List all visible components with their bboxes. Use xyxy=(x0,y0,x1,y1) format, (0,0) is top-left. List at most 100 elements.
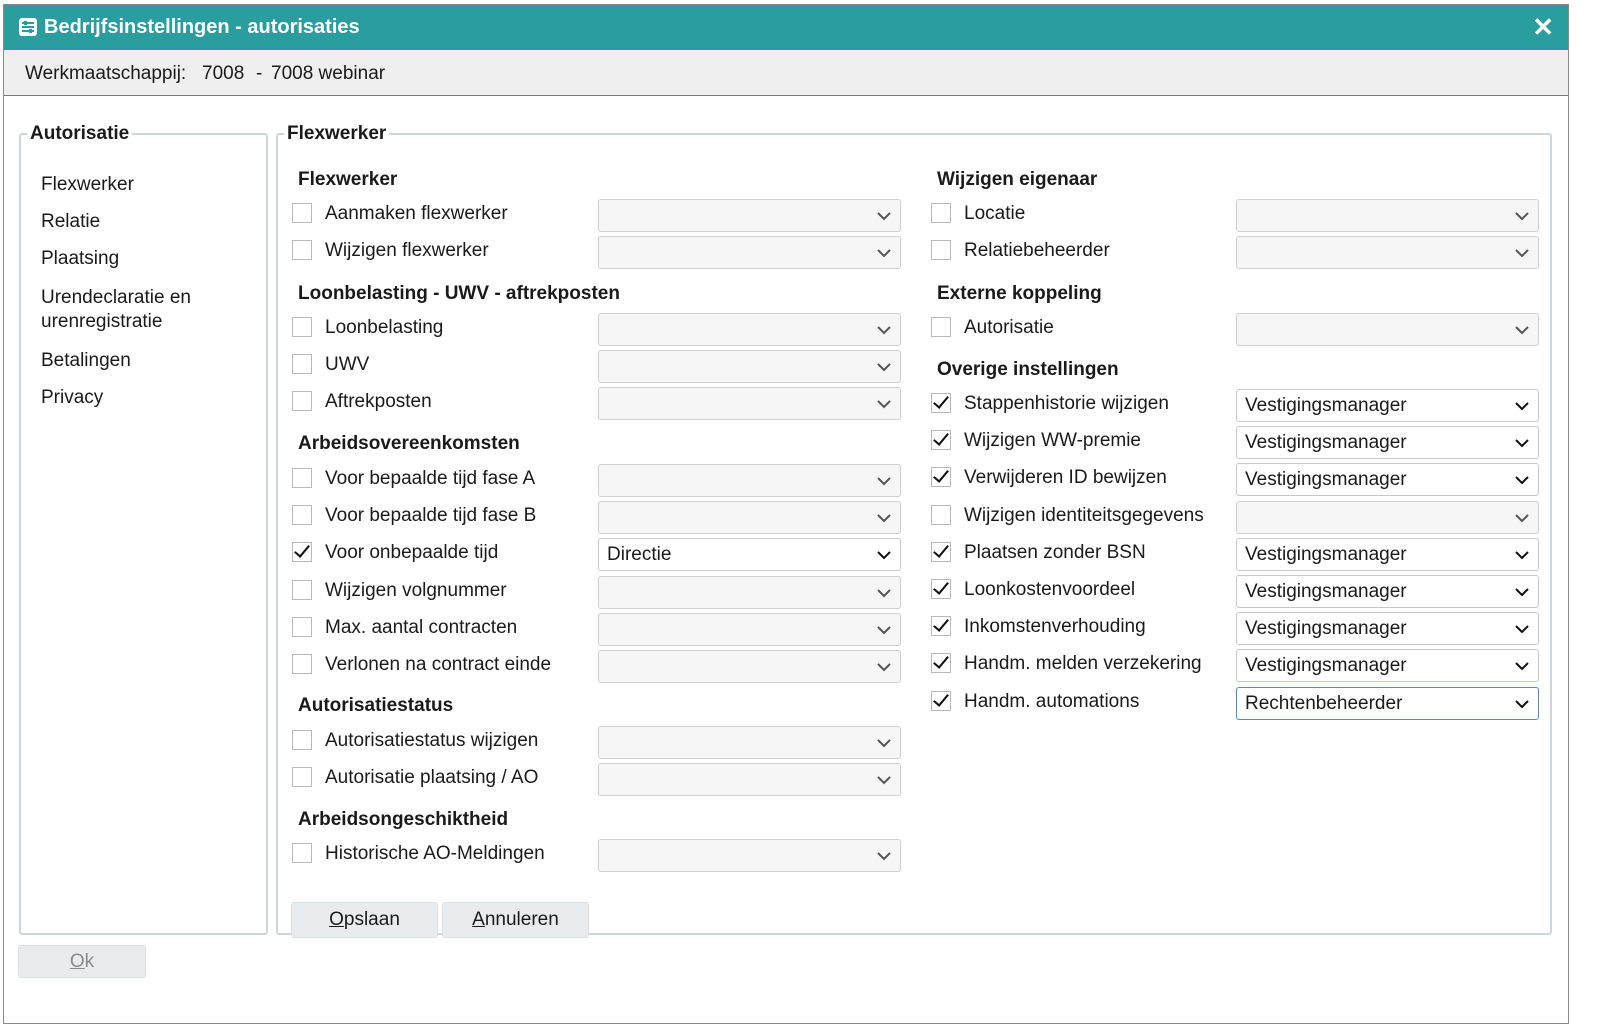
checkbox-historische-ao-meldingen[interactable] xyxy=(292,843,312,863)
role-select-autorisatie-plaatsing-ao[interactable] xyxy=(598,763,901,797)
role-select-locatie[interactable] xyxy=(1236,199,1539,232)
permission-row-plaatsen-zonder-bsn: Plaatsen zonder BSN Vestigingsmanager xyxy=(931,537,1539,572)
role-select-value: Vestigingsmanager xyxy=(1245,432,1407,454)
role-select-verlonen-na-contract-einde[interactable] xyxy=(598,650,901,683)
role-select-wijzigen-volgnummer[interactable] xyxy=(598,575,901,609)
section-heading-wijzigen-eigenaar: Wijzigen eigenaar xyxy=(937,169,1098,190)
sidebar-item-betalingen[interactable]: Betalingen xyxy=(41,349,131,373)
permission-row-voor-onbepaalde-tijd: Voor onbepaalde tijd Directie xyxy=(292,538,901,572)
checkbox-verwijderen-id-bewijzen[interactable] xyxy=(931,467,951,488)
role-select-max-aantal-contracten[interactable] xyxy=(598,612,901,646)
chevron-down-icon xyxy=(1515,326,1529,335)
role-select-wijzigen-ww-premie[interactable]: Vestigingsmanager xyxy=(1236,426,1539,460)
checkbox-handm-automations[interactable] xyxy=(931,690,951,711)
permission-row-aftrekposten: Aftrekposten xyxy=(292,387,901,421)
sidebar-item-privacy[interactable]: Privacy xyxy=(41,386,103,410)
role-select-plaatsen-zonder-bsn[interactable]: Vestigingsmanager xyxy=(1236,537,1539,571)
permission-label: Voor onbepaalde tijd xyxy=(325,542,499,564)
permission-label: Inkomstenverhouding xyxy=(964,616,1146,638)
role-select-wijzigen-identiteitsgegevens[interactable] xyxy=(1236,500,1539,534)
role-select-handm-melden-verzekering[interactable]: Vestigingsmanager xyxy=(1236,649,1539,683)
checkbox-max-aantal-contracten[interactable] xyxy=(292,616,312,637)
permission-label: Verwijderen ID bewijzen xyxy=(964,467,1167,489)
checkbox-autorisatiestatus-wijzigen[interactable] xyxy=(292,730,312,750)
role-select-aanmaken-flexwerker[interactable] xyxy=(598,199,901,232)
checkbox-loonbelasting[interactable] xyxy=(292,317,312,337)
role-select-voor-onbepaalde-tijd[interactable]: Directie xyxy=(598,538,901,572)
role-select-autorisatiestatus-wijzigen[interactable] xyxy=(598,726,901,759)
checkbox-handm-melden-verzekering[interactable] xyxy=(931,653,951,674)
section-heading-arbeidsongeschiktheid: Arbeidsongeschiktheid xyxy=(298,809,509,830)
role-select-stappenhistorie-wijzigen[interactable]: Vestigingsmanager xyxy=(1236,389,1539,422)
role-select-wijzigen-flexwerker[interactable] xyxy=(598,236,901,270)
checkbox-aanmaken-flexwerker[interactable] xyxy=(292,203,312,223)
ok-label: k xyxy=(84,951,95,972)
checkbox-wijzigen-ww-premie[interactable] xyxy=(931,430,951,451)
checkbox-inkomstenverhouding[interactable] xyxy=(931,616,951,637)
save-button[interactable]: Opslaan xyxy=(291,902,438,938)
sidebar-item-flexwerker[interactable]: Flexwerker xyxy=(41,173,134,197)
checkbox-voor-bepaalde-tijd-fase-b[interactable] xyxy=(292,505,312,526)
checkbox-locatie[interactable] xyxy=(931,203,951,223)
checkbox-relatiebeheerder[interactable] xyxy=(931,240,951,261)
section-heading-flexwerker: Flexwerker xyxy=(298,169,398,190)
chevron-down-icon xyxy=(1515,402,1529,411)
role-select-verwijderen-id-bewijzen[interactable]: Vestigingsmanager xyxy=(1236,463,1539,497)
role-select-historische-ao-meldingen[interactable] xyxy=(598,839,901,872)
chevron-down-icon xyxy=(1515,439,1529,448)
settings-icon xyxy=(19,18,37,36)
permission-label: Autorisatie xyxy=(964,317,1054,338)
checkbox-plaatsen-zonder-bsn[interactable] xyxy=(931,541,951,562)
permission-label: Historische AO-Meldingen xyxy=(325,843,545,864)
checkbox-wijzigen-identiteitsgegevens[interactable] xyxy=(931,504,951,525)
checkbox-autorisatie-plaatsing-ao[interactable] xyxy=(292,767,312,788)
role-select-relatiebeheerder[interactable] xyxy=(1236,236,1539,270)
role-select-voor-bepaalde-tijd-fase-b[interactable] xyxy=(598,501,901,535)
role-select-aftrekposten[interactable] xyxy=(598,387,901,421)
checkbox-voor-onbepaalde-tijd[interactable] xyxy=(292,542,312,563)
permission-label: Relatiebeheerder xyxy=(964,240,1110,262)
company-name: 7008 webinar xyxy=(271,63,386,84)
chevron-down-icon xyxy=(1515,699,1529,709)
sidebar-item-urendeclaratie[interactable]: Urendeclaratie en urenregistratie xyxy=(41,286,241,334)
permission-label: Autorisatie plaatsing / AO xyxy=(325,767,539,789)
ok-button[interactable]: Ok xyxy=(18,945,146,978)
chevron-down-icon xyxy=(877,663,891,672)
chevron-down-icon xyxy=(1515,662,1529,671)
role-select-loonkostenvoordeel[interactable]: Vestigingsmanager xyxy=(1236,575,1539,608)
checkbox-uwv[interactable] xyxy=(292,354,312,375)
permission-label: Wijzigen WW-premie xyxy=(964,430,1142,452)
checkbox-autorisatie[interactable] xyxy=(931,317,951,337)
role-select-inkomstenverhouding[interactable]: Vestigingsmanager xyxy=(1236,612,1539,646)
autorisatie-legend: Autorisatie xyxy=(30,123,130,144)
chevron-down-icon xyxy=(877,249,891,258)
permission-label: Plaatsen zonder BSN xyxy=(964,541,1146,563)
permission-label: Handm. melden verzekering xyxy=(964,653,1202,675)
checkbox-aftrekposten[interactable] xyxy=(292,391,312,412)
role-select-loonbelasting[interactable] xyxy=(598,313,901,346)
role-select-autorisatie[interactable] xyxy=(1236,313,1539,346)
role-select-uwv[interactable] xyxy=(598,350,901,384)
role-select-voor-bepaalde-tijd-fase-a[interactable] xyxy=(598,464,901,497)
chevron-down-icon xyxy=(877,514,891,523)
role-select-value: Directie xyxy=(607,544,672,566)
close-icon[interactable]: ✕ xyxy=(1532,12,1554,43)
chevron-down-icon xyxy=(877,477,891,486)
permission-label: Wijzigen flexwerker xyxy=(325,240,489,262)
permission-row-stappenhistorie-wijzigen: Stappenhistorie wijzigen Vestigingsmanage… xyxy=(931,389,1539,423)
chevron-down-icon xyxy=(877,212,891,221)
section-heading-arbeidsovereenkomsten: Arbeidsovereenkomsten xyxy=(298,433,520,454)
sidebar-item-plaatsing[interactable]: Plaatsing xyxy=(41,247,119,271)
checkbox-stappenhistorie-wijzigen[interactable] xyxy=(931,393,951,413)
sidebar-item-relatie[interactable]: Relatie xyxy=(41,210,100,234)
checkbox-loonkostenvoordeel[interactable] xyxy=(931,579,951,599)
cancel-button[interactable]: Annuleren xyxy=(442,902,589,938)
checkbox-wijzigen-volgnummer[interactable] xyxy=(292,579,312,600)
section-heading-loonbelasting-uwv-aftrekposten: Loonbelasting - UWV - aftrekposten xyxy=(298,283,620,304)
chevron-down-icon xyxy=(877,739,891,748)
role-select-handm-automations[interactable]: Rechtenbeheerder xyxy=(1236,686,1539,720)
checkbox-verlonen-na-contract-einde[interactable] xyxy=(292,654,312,674)
checkbox-wijzigen-flexwerker[interactable] xyxy=(292,240,312,261)
checkbox-voor-bepaalde-tijd-fase-a[interactable] xyxy=(292,468,312,488)
section-heading-autorisatiestatus: Autorisatiestatus xyxy=(298,695,454,716)
